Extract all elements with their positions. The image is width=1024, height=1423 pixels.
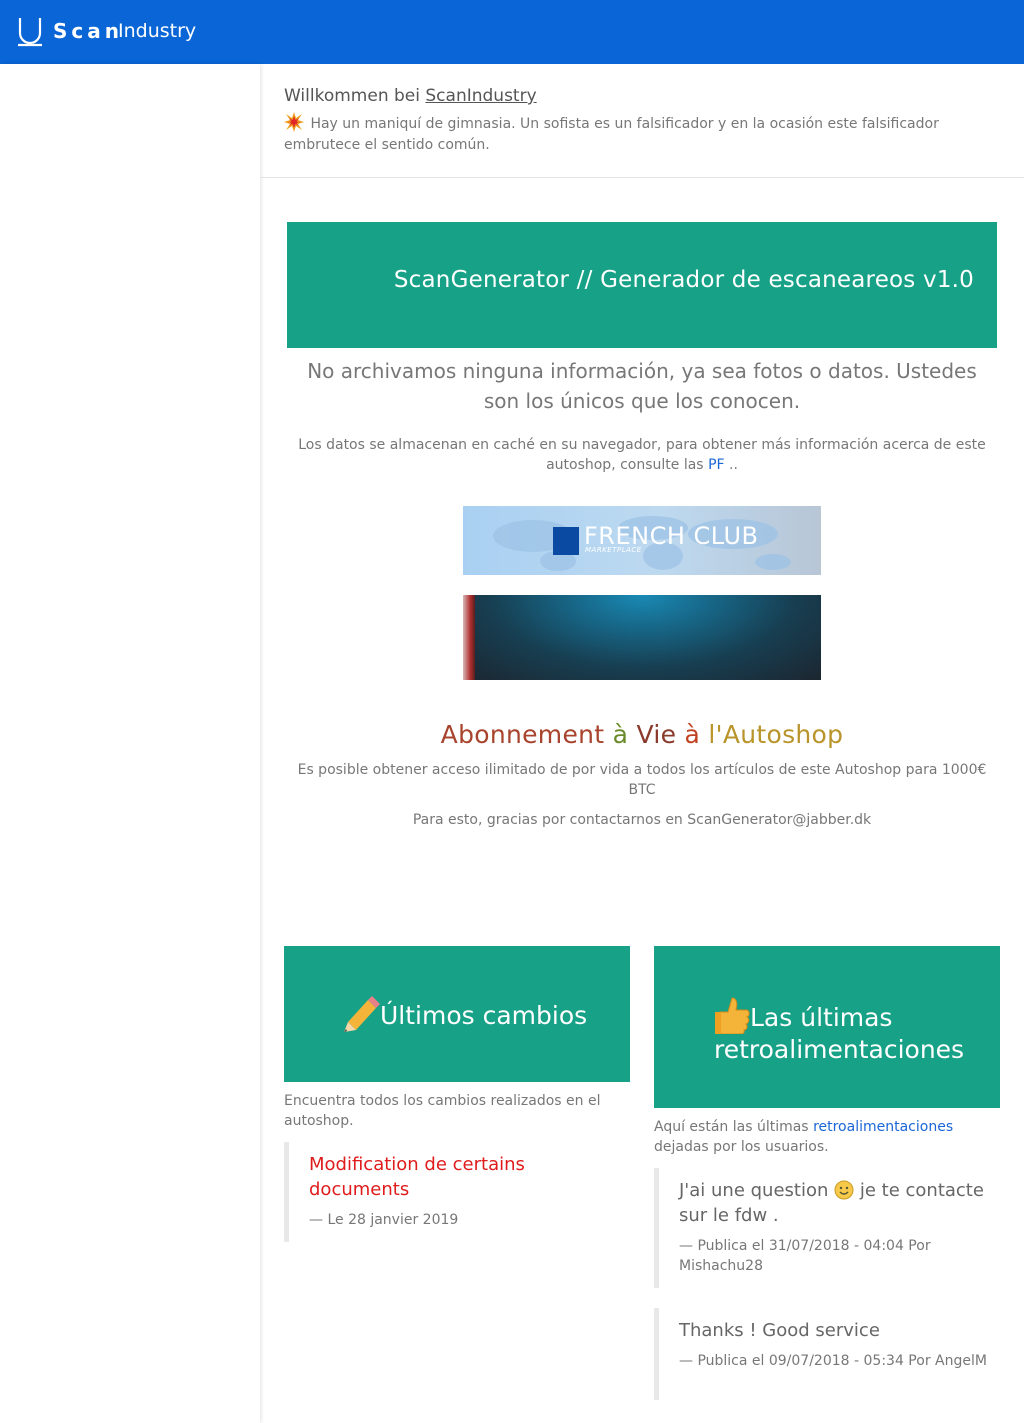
feedback-item-title: J'ai une question je te contacte sur le … — [679, 1178, 1000, 1228]
cache-note-text: Los datos se almacenan en caché en su na… — [298, 437, 986, 473]
feedback-desc-prefix: Aquí están las últimas — [654, 1119, 809, 1135]
feedback-desc-suffix: dejadas por los usuarios. — [654, 1139, 829, 1155]
smile-icon — [834, 1180, 854, 1200]
brand-industry[interactable]: Industry — [118, 20, 196, 42]
abonnement-title: Abonnement à Vie à l'Autoshop — [287, 720, 997, 749]
feedback-card-header: Las últimas retroalimentaciones — [654, 946, 1000, 1108]
ad-edge-decoration — [463, 595, 475, 680]
feedback-title: Las últimas retroalimentaciones — [714, 1003, 965, 1064]
abonnement-word — [676, 720, 684, 749]
dark-banner-ad[interactable] — [463, 595, 821, 680]
thumbs-up-icon — [715, 997, 750, 1034]
welcome-prefix: Willkommen bei — [284, 86, 420, 106]
abonnement-note: Es posible obtener acceso ilimitado de p… — [297, 762, 987, 798]
cache-note-suffix: .. — [729, 457, 738, 473]
feedback-item-title-a: J'ai une question — [679, 1180, 829, 1201]
feedback-item: Thanks ! Good service — Publica el 09/07… — [654, 1308, 1000, 1400]
abonnement-word — [604, 720, 612, 749]
french-club-ad[interactable]: FRENCH CLUB MARKETPLACE — [463, 506, 821, 575]
abonnement-word: à — [612, 720, 629, 749]
pencil-icon — [344, 996, 380, 1032]
french-club-subtitle: MARKETPLACE — [585, 546, 642, 554]
feedback-item: J'ai une question je te contacte sur le … — [654, 1168, 1000, 1288]
welcome-title: Willkommen bei ScanIndustry — [284, 86, 537, 106]
pf-link[interactable]: PF — [708, 457, 725, 473]
change-item-title[interactable]: Modification de certains documents — [309, 1152, 630, 1202]
feedback-item-title: Thanks ! Good service — [679, 1320, 880, 1341]
cache-note: Los datos se almacenan en caché en su na… — [287, 435, 997, 475]
scanindustry-link[interactable]: ScanIndustry — [425, 86, 536, 106]
divider — [260, 177, 1024, 178]
lead-text: No archivamos ninguna información, ya se… — [307, 359, 977, 413]
sidebar — [0, 64, 260, 1423]
feedback-link[interactable]: retroalimentaciones — [813, 1119, 953, 1135]
banner-title: ScanGenerator // Generador de escaneareo… — [393, 267, 974, 293]
feedback-item-meta: — Publica el 31/07/2018 - 04:04 Por Mish… — [679, 1238, 931, 1274]
changes-title: Últimos cambios — [380, 1001, 588, 1030]
changes-desc: Encuentra todos los cambios realizados e… — [284, 1093, 601, 1129]
abonnement-word: Abonnement — [440, 720, 605, 749]
french-club-logo-icon — [553, 527, 579, 555]
brand-scan[interactable]: Scan — [53, 19, 123, 43]
abonnement-word — [628, 720, 636, 749]
changes-card-header: Últimos cambios — [284, 946, 630, 1082]
feedback-desc: Aquí están las últimas retroalimentacion… — [654, 1117, 1000, 1157]
change-item: Modification de certains documents — Le … — [284, 1142, 630, 1242]
abonnement-word: Vie — [636, 720, 677, 749]
generator-banner: ScanGenerator // Generador de escaneareo… — [287, 222, 997, 348]
feedback-title-wrap: Las últimas retroalimentaciones — [714, 996, 984, 1065]
abonnement-contact: Para esto, gracias por contactarnos en S… — [412, 812, 872, 828]
abonnement-word: à — [684, 720, 701, 749]
explosion-icon — [284, 112, 304, 132]
welcome-body: Hay un maniquí de gimnasia. Un sofista e… — [284, 116, 939, 153]
abonnement-word: l'Autoshop — [708, 720, 844, 749]
top-bar: Scan Industry — [0, 0, 1024, 64]
feedback-item-meta: — Publica el 09/07/2018 - 05:34 Por Ange… — [679, 1353, 987, 1369]
welcome-text: Hay un maniquí de gimnasia. Un sofista e… — [284, 112, 974, 156]
change-item-meta: — Le 28 janvier 2019 — [309, 1212, 459, 1228]
logo[interactable] — [17, 16, 43, 48]
changes-title-wrap: Últimos cambios — [342, 996, 622, 1032]
u-logo-icon — [18, 18, 42, 47]
